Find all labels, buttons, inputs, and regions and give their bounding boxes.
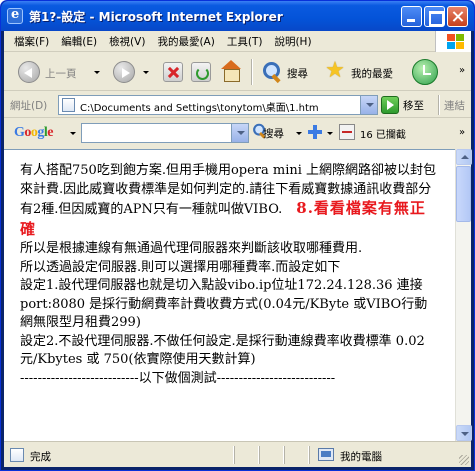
- address-separator: [438, 95, 439, 115]
- links-label[interactable]: 連結: [444, 98, 465, 113]
- stop-icon[interactable]: [163, 62, 183, 82]
- status-separator: [259, 446, 260, 464]
- forward-dropdown-icon[interactable]: [143, 71, 149, 74]
- search-button-label[interactable]: 搜尋: [287, 66, 308, 81]
- google-logo[interactable]: Google: [14, 125, 53, 141]
- menu-file[interactable]: 檔案(F): [8, 34, 55, 49]
- scroll-thumb[interactable]: [456, 166, 471, 222]
- standard-toolbar: 上一頁 搜尋 ★ 我的最愛 »: [4, 53, 471, 91]
- window-title: 第1?-設定 - Microsoft Internet Explorer: [29, 10, 283, 24]
- google-menu-dropdown-icon[interactable]: [70, 132, 76, 135]
- address-bar: 網址(D) C:\Documents and Settings\tonytom\…: [4, 92, 471, 118]
- google-toolbar: Google 搜尋 16 已攔截 »: [4, 119, 471, 147]
- windows-logo-icon: [435, 31, 471, 52]
- status-separator: [309, 446, 310, 464]
- toolbar-separator: [251, 59, 252, 85]
- go-arrow-icon[interactable]: [381, 96, 399, 114]
- popup-blocker-icon[interactable]: [339, 124, 355, 140]
- page-status-icon: [10, 448, 24, 462]
- history-icon[interactable]: [412, 59, 438, 85]
- back-button-label[interactable]: 上一頁: [45, 66, 77, 81]
- maximize-button[interactable]: [424, 6, 445, 27]
- scroll-down-icon[interactable]: [456, 425, 472, 441]
- minimize-button[interactable]: [401, 6, 422, 27]
- menu-tools[interactable]: 工具(T): [221, 34, 269, 49]
- google-plus-dropdown-icon[interactable]: [327, 132, 333, 135]
- paragraph: 設定2.不設代理伺服器.不做任何設定.是採行動連線費率收費標準 0.02元/Kb…: [20, 333, 425, 368]
- favorites-star-icon[interactable]: ★: [323, 59, 347, 83]
- refresh-icon[interactable]: [191, 62, 211, 82]
- paragraph: 有人搭配750吃到飽方案.但用手機用opera mini 上網際網路卻被以封包來…: [20, 163, 437, 238]
- back-dropdown-icon[interactable]: [94, 71, 100, 74]
- page-icon: [62, 98, 75, 112]
- resize-grip-icon[interactable]: [459, 455, 469, 465]
- paragraph: 所以是根據連線有無通過代理伺服器來判斷該收取哪種費用.: [20, 241, 363, 256]
- status-text: 完成: [30, 451, 51, 463]
- address-input[interactable]: C:\Documents and Settings\tonytom\桌面\1.h…: [58, 95, 378, 115]
- google-search-input[interactable]: [81, 123, 249, 143]
- browser-chrome: 檔案(F) 編輯(E) 檢視(V) 我的最愛(A) 工具(T) 說明(H) 上一…: [4, 31, 471, 149]
- home-icon[interactable]: [220, 60, 242, 82]
- forward-arrow-icon[interactable]: [113, 61, 135, 83]
- address-dropdown-icon[interactable]: [360, 96, 377, 114]
- menu-view[interactable]: 檢視(V): [103, 34, 151, 49]
- ie-window: 第1?-設定 - Microsoft Internet Explorer 檔案(…: [0, 0, 475, 471]
- go-button-label[interactable]: 移至: [403, 98, 424, 113]
- menu-edit[interactable]: 編輯(E): [55, 34, 103, 49]
- google-search-dropdown-icon[interactable]: [231, 124, 248, 142]
- title-bar[interactable]: 第1?-設定 - Microsoft Internet Explorer: [1, 1, 474, 31]
- menu-favorites[interactable]: 我的最愛(A): [151, 34, 220, 49]
- scroll-up-icon[interactable]: [456, 149, 472, 165]
- paragraph: 所以透過設定伺服器.則可以選擇用哪種費率.而設定如下: [20, 259, 341, 275]
- vertical-scrollbar[interactable]: [455, 149, 472, 441]
- toolbar-more-chevron-icon[interactable]: »: [459, 65, 465, 76]
- address-label: 網址(D): [10, 100, 48, 112]
- close-button[interactable]: [447, 6, 468, 27]
- google-plus-icon[interactable]: [308, 125, 322, 139]
- page-content: 有人搭配750吃到飽方案.但用手機用opera mini 上網際網路卻被以封包來…: [4, 149, 455, 441]
- address-value[interactable]: C:\Documents and Settings\tonytom\桌面\1.h…: [80, 99, 319, 114]
- google-more-chevron-icon[interactable]: »: [459, 127, 465, 138]
- status-bar: 完成 我的電腦: [4, 441, 471, 467]
- back-arrow-icon[interactable]: [18, 61, 40, 83]
- menu-help[interactable]: 說明(H): [268, 34, 317, 49]
- my-computer-icon: [318, 448, 334, 461]
- search-icon[interactable]: [260, 61, 282, 83]
- menu-bar: 檔案(F) 編輯(E) 檢視(V) 我的最愛(A) 工具(T) 說明(H): [4, 31, 471, 52]
- security-zone: 我的電腦: [340, 451, 382, 463]
- google-search-button-label[interactable]: 搜尋: [263, 126, 284, 141]
- paragraph: 設定1.設代理伺服器也就是切入點設vibo.ip位址172.24.128.36 …: [20, 278, 428, 330]
- ie-logo-icon: [7, 7, 23, 24]
- divider-line: ---------------------------以下做個測試-------…: [20, 370, 336, 386]
- status-separator: [234, 446, 235, 464]
- google-search-dropdown-arrow-icon[interactable]: [296, 132, 302, 135]
- status-separator: [284, 446, 285, 464]
- favorites-button-label[interactable]: 我的最愛: [351, 66, 393, 81]
- article-body: 有人搭配750吃到飽方案.但用手機用opera mini 上網際網路卻被以封包來…: [20, 162, 440, 388]
- popup-blocked-count[interactable]: 16 已攔截: [360, 126, 406, 141]
